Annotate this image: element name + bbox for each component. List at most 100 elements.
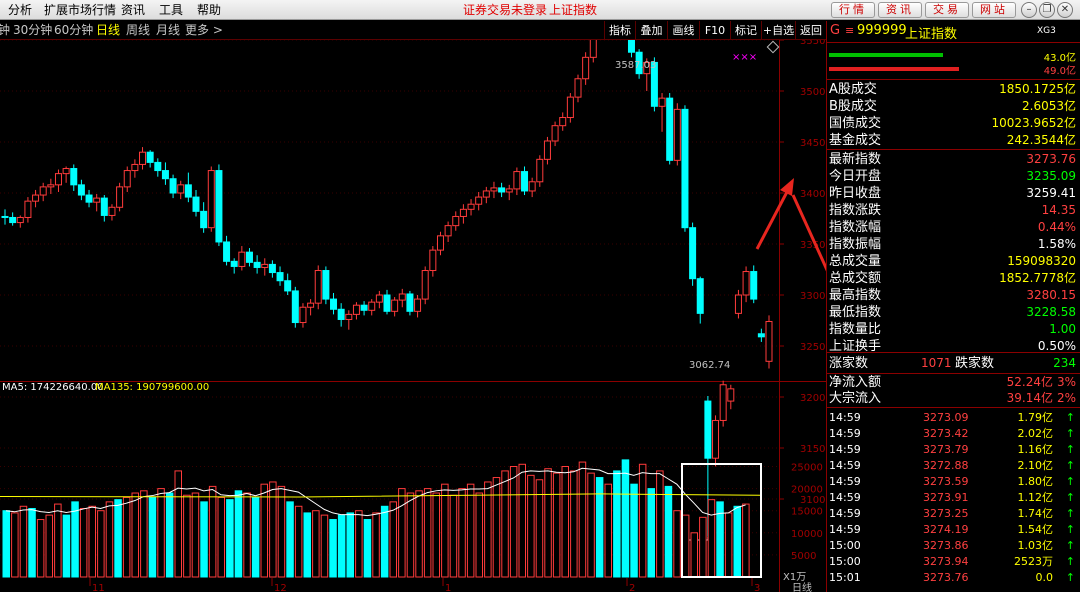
period-more[interactable]: 更多 >	[185, 21, 223, 40]
candle-body	[352, 304, 360, 315]
candle	[734, 289, 742, 319]
menu-item-analysis[interactable]: 分析	[8, 0, 32, 20]
volume-bar	[656, 470, 664, 578]
candle-body	[108, 206, 116, 216]
tick-time: 15:01	[829, 571, 861, 584]
stat-label: 总成交额	[829, 271, 882, 286]
period-minute[interactable]: 钟	[0, 21, 10, 40]
candle	[184, 172, 192, 203]
volume-bar	[630, 483, 638, 578]
kline-chart[interactable]: 3100315032003250330033503400345035003550…	[0, 40, 826, 592]
candle	[62, 166, 70, 183]
candle	[352, 302, 360, 320]
tick-price: 3272.88	[923, 459, 969, 472]
turnover-value: 2.6053亿	[1022, 99, 1076, 113]
diamond-icon[interactable]	[766, 40, 780, 54]
date-label: 1	[445, 583, 451, 592]
tick-volume: 1.79亿	[1017, 411, 1054, 424]
candle	[750, 265, 758, 304]
tick-time: 14:59	[829, 475, 861, 488]
menu-item-news[interactable]: 资讯	[121, 0, 145, 20]
candle-body	[666, 97, 674, 161]
candle	[452, 211, 460, 231]
turnover-value: 10023.9652亿	[991, 116, 1076, 130]
period-30min[interactable]: 30分钟	[13, 21, 52, 40]
period-60min[interactable]: 60分钟	[54, 21, 93, 40]
menu-item-tools[interactable]: 工具	[159, 0, 183, 20]
indicator-button[interactable]: 指标	[604, 21, 635, 40]
candle-body	[406, 293, 414, 312]
date-label: 12	[274, 583, 287, 592]
candle	[261, 258, 269, 276]
volume-bar	[11, 512, 19, 578]
candle-body	[429, 249, 437, 272]
volume-bar	[432, 492, 440, 578]
stat-label: 指数量比	[829, 322, 882, 337]
trade-button[interactable]: 交易	[925, 2, 969, 18]
stat-label: 总成交量	[829, 254, 882, 269]
candle-body	[85, 194, 93, 203]
tick-price: 3273.86	[923, 539, 969, 552]
stat-label: 最高指数	[829, 288, 882, 303]
trade-login-notice: 证券交易未登录	[463, 3, 548, 17]
candle	[521, 166, 529, 196]
tick-volume: 1.12亿	[1017, 491, 1054, 504]
news-button[interactable]: 资讯	[878, 2, 922, 18]
chart-toolbar: 钟 30分钟 60分钟 日线 周线 月线 更多 > 指标 叠加 画线 F10 标…	[0, 21, 826, 40]
candle-body	[727, 388, 735, 402]
volume-bar	[621, 459, 630, 578]
f10-button[interactable]: F10	[699, 21, 730, 40]
tick-price: 3273.91	[923, 491, 969, 504]
tick-row: 14:59 3273.09 1.79亿 ↑	[827, 410, 1079, 426]
mark-button[interactable]: 标记	[730, 21, 761, 40]
close-icon[interactable]: ✕	[1057, 2, 1073, 18]
candle	[459, 204, 467, 224]
menu-item-extended-market[interactable]: 扩展市场行情	[44, 0, 116, 20]
candle-body	[314, 270, 322, 304]
tick-time: 14:59	[829, 427, 861, 440]
volume-bar	[294, 505, 303, 578]
index-code: 999999	[857, 23, 907, 38]
add-watchlist-button[interactable]: +自选	[761, 21, 795, 40]
market-button[interactable]: 行情	[831, 2, 875, 18]
annotation-arrows	[755, 178, 826, 272]
stat-label: 最新指数	[829, 152, 882, 167]
candle	[238, 246, 246, 271]
candle-body	[299, 306, 307, 324]
draw-line-button[interactable]: 画线	[667, 21, 699, 40]
flow-row: 大宗流入 39.14亿 2%	[827, 390, 1079, 407]
tick-row: 14:59 3273.25 1.74亿 ↑	[827, 506, 1079, 522]
candle-body	[146, 151, 154, 163]
volume-group	[0, 459, 761, 578]
volume-bar	[509, 466, 518, 578]
direction-icon: ↑	[1065, 475, 1075, 488]
candle-body	[673, 108, 681, 161]
volume-bar	[243, 492, 251, 578]
stat-value: 3228.58	[1026, 305, 1076, 319]
high-label: 3587.03	[615, 60, 656, 71]
volume-bar	[484, 481, 492, 578]
stat-value: 3273.76	[1026, 152, 1076, 166]
overlay-button[interactable]: 叠加	[635, 21, 667, 40]
minimize-icon[interactable]: –	[1021, 2, 1037, 18]
advancers-value: 1071	[921, 356, 952, 370]
flow-label: 大宗流入	[829, 391, 882, 406]
separator	[827, 407, 1080, 408]
candle	[536, 155, 544, 187]
period-daily[interactable]: 日线	[96, 21, 120, 40]
volume-bar	[475, 492, 483, 578]
stat-row: 最新指数 3273.76	[827, 151, 1079, 168]
candle-body	[559, 117, 567, 127]
restore-icon[interactable]: ❐	[1039, 2, 1055, 18]
candle-body	[734, 294, 742, 314]
period-monthly[interactable]: 月线	[156, 21, 180, 40]
website-button[interactable]: 网站	[972, 2, 1016, 18]
back-button[interactable]: 返回	[795, 21, 826, 40]
price-tick-label: 3500	[800, 87, 825, 98]
period-weekly[interactable]: 周线	[126, 21, 150, 40]
menu-item-help[interactable]: 帮助	[197, 0, 221, 20]
candle-body	[712, 419, 720, 459]
candle-body	[421, 270, 429, 300]
list-icon[interactable]: ≡	[845, 24, 854, 37]
candle	[207, 166, 215, 232]
